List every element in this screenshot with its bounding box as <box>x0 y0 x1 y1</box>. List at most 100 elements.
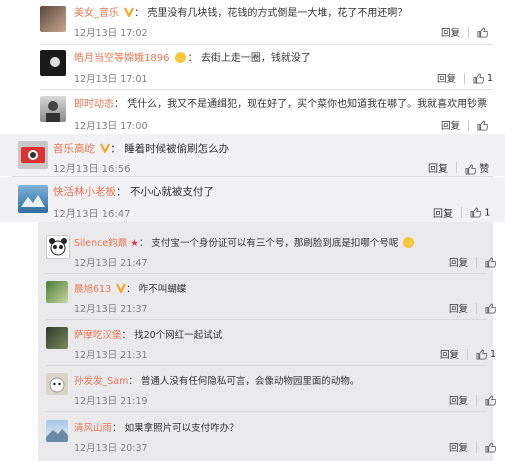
timestamp: 12月13日 21:31 <box>74 350 148 361</box>
username[interactable]: 即时动态 <box>74 99 114 110</box>
comment-item: 音乐高屹 ： 睡着时候被偷刷怎么办 12月13日 16:56 回复 赞 <box>0 134 505 176</box>
like-count: 1 <box>490 348 497 360</box>
thumbs-up-icon <box>485 394 497 406</box>
comment-item: 即时动态： 凭什么，我又不是通缉犯，现在好了，买个菜你也知道我在哪了。我就喜欢用… <box>0 90 505 134</box>
comment-item: 美女_音乐 ： 壳里没有几块钱，花钱的方式倒是一大堆，花了不用还啊？ 12月13… <box>0 0 505 44</box>
comment-text: 支付宝一个身份证可以有三个号，那刷脸到底是扣哪个号呢 <box>151 238 399 249</box>
avatar[interactable] <box>46 420 68 442</box>
like-button[interactable] <box>485 394 497 406</box>
like-button[interactable] <box>477 119 489 131</box>
like-button[interactable]: 1 <box>476 349 496 360</box>
reply-button[interactable]: 回复 <box>449 255 468 269</box>
thumbs-up-icon <box>485 302 497 314</box>
red-star-badge-icon: ★ <box>130 238 139 249</box>
comment-line: 美女_音乐 ： 壳里没有几块钱，花钱的方式倒是一大堆，花了不用还啊？ <box>74 7 408 19</box>
username[interactable]: 晨旭613 <box>74 284 111 295</box>
comment-line: 孙发发_Sam： 普通人没有任何隐私可言，会像动物园里面的动物。 <box>74 376 360 387</box>
comment-actions: 回复 <box>449 255 497 269</box>
comment-text: 壳里没有几块钱，花钱的方式倒是一大堆，花了不用还啊？ <box>147 8 408 19</box>
reply-button[interactable]: 回复 <box>449 301 468 315</box>
timestamp: 12月13日 21:37 <box>74 304 148 315</box>
comment-actions: 回复 1 <box>433 205 491 220</box>
timestamp: 12月13日 16:47 <box>53 209 131 220</box>
comment-line: Silence鈞鼎 ★： 支付宝一个身份证可以有三个号，那刷脸到底是扣哪个号呢 <box>74 237 416 251</box>
username[interactable]: 皓月当空等嫦娥1896 <box>74 53 169 64</box>
reply-button[interactable]: 回复 <box>437 71 456 85</box>
like-count: 1 <box>487 72 494 84</box>
avatar[interactable] <box>46 235 70 259</box>
comment-text: 睡着时候被偷刷怎么办 <box>124 143 230 155</box>
comment-actions: 回复 <box>449 393 497 407</box>
like-button[interactable] <box>485 441 497 453</box>
avatar[interactable] <box>18 141 48 169</box>
comment-text: 凭什么，我又不是通缉犯，现在好了，买个菜你也知道我在哪了。我就喜欢用钞票 <box>127 99 488 110</box>
thumbs-up-icon <box>465 163 476 175</box>
reply-button[interactable]: 回复 <box>440 347 459 361</box>
thumbs-up-icon <box>470 207 481 218</box>
comment-actions: 回复 <box>441 25 489 39</box>
avatar[interactable] <box>46 281 68 303</box>
username[interactable]: 孙发发_Sam <box>74 376 128 387</box>
vip-badge-icon <box>100 143 111 155</box>
avatar[interactable] <box>40 96 66 122</box>
username[interactable]: Silence鈞鼎 <box>74 238 127 249</box>
username[interactable]: 清风山雨 <box>74 423 112 434</box>
reply-button[interactable]: 回复 <box>449 393 468 407</box>
comment-text: 普通人没有任何隐私可言，会像动物园里面的动物。 <box>140 376 360 387</box>
emoji-icon <box>174 52 186 63</box>
thumbs-up-icon <box>476 348 488 360</box>
avatar[interactable] <box>40 50 66 76</box>
thumbs-up-icon <box>485 441 497 453</box>
divider <box>46 273 487 274</box>
reply-button[interactable]: 回复 <box>441 118 460 132</box>
username[interactable]: 萨摩吃汉堡 <box>74 330 122 341</box>
comment-text: 不小心就被支付了 <box>129 186 214 198</box>
avatar[interactable] <box>18 185 48 213</box>
timestamp: 12月13日 20:37 <box>74 443 148 454</box>
vip-badge-icon <box>124 7 135 19</box>
timestamp: 12月13日 21:47 <box>74 258 148 269</box>
like-button[interactable]: 1 <box>470 207 491 218</box>
timestamp: 12月13日 17:00 <box>74 121 148 132</box>
comment-actions: 回复 <box>441 118 489 132</box>
comment-line: 晨旭613 ： 咋不叫蝴蝶 <box>74 283 187 295</box>
like-button[interactable] <box>485 256 497 268</box>
timestamp: 12月13日 17:01 <box>74 74 148 85</box>
divider <box>46 411 487 412</box>
comment-line: 萨摩吃汉堡： 找20个网红一起试试 <box>74 330 223 341</box>
username[interactable]: 快活林小老板 <box>53 186 116 198</box>
comment-text: 如果拿照片可以支付咋办？ <box>124 423 239 434</box>
like-button[interactable]: 1 <box>473 73 493 84</box>
reply-button[interactable]: 回复 <box>433 205 453 220</box>
username[interactable]: 美女_音乐 <box>74 8 119 19</box>
vip-badge-icon <box>116 283 127 295</box>
thumbs-up-icon <box>477 26 489 38</box>
username[interactable]: 音乐高屹 <box>53 143 95 155</box>
like-button[interactable] <box>477 26 489 38</box>
avatar[interactable] <box>46 327 68 349</box>
avatar[interactable] <box>40 6 66 32</box>
comment-actions: 回复 赞 <box>428 160 489 175</box>
comment-actions: 回复 1 <box>440 347 496 361</box>
like-button[interactable]: 赞 <box>465 160 489 175</box>
comment-text: 找20个网红一起试试 <box>134 330 223 341</box>
reply-button[interactable]: 回复 <box>428 160 448 175</box>
comment-text: 咋不叫蝴蝶 <box>138 284 187 295</box>
timestamp: 12月13日 16:56 <box>53 164 131 175</box>
comment-item: 皓月当空等嫦娥1896 ： 去街上走一圈，钱就没了 12月13日 17:01 回… <box>0 45 505 89</box>
avatar[interactable] <box>46 373 68 395</box>
like-button[interactable] <box>485 302 497 314</box>
thumbs-up-icon <box>477 119 489 131</box>
reply-button[interactable]: 回复 <box>441 25 460 39</box>
divider <box>46 319 487 320</box>
comment-line: 清风山雨： 如果拿照片可以支付咋办？ <box>74 423 239 434</box>
thumbs-up-icon <box>473 72 485 84</box>
comment-text: 去街上走一圈，钱就没了 <box>200 53 311 64</box>
reply-button[interactable]: 回复 <box>449 440 468 454</box>
comment-panel: 美女_音乐 ： 壳里没有几块钱，花钱的方式倒是一大堆，花了不用还啊？ 12月13… <box>0 0 505 461</box>
comment-line: 音乐高屹 ： 睡着时候被偷刷怎么办 <box>53 143 230 155</box>
comment-line: 皓月当空等嫦娥1896 ： 去街上走一圈，钱就没了 <box>74 52 311 64</box>
timestamp: 12月13日 21:19 <box>74 396 148 407</box>
comment-line: 快活林小老板： 不小心就被支付了 <box>53 186 214 198</box>
divider <box>46 365 487 366</box>
